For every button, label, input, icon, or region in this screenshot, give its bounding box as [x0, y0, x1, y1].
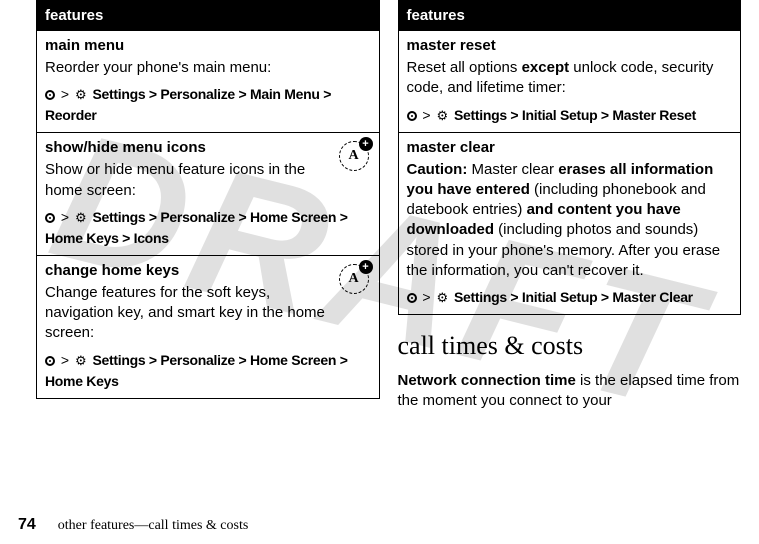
- row-body: Reset all options except unlock code, se…: [407, 58, 733, 99]
- footer-text: other features—call times & costs: [58, 518, 249, 534]
- row-title: master clear: [407, 139, 733, 156]
- table-header: features: [37, 1, 380, 31]
- row-body: Reorder your phone's main menu:: [45, 58, 371, 78]
- table-header: features: [398, 1, 741, 31]
- page-content: features main menu Reorder your phone's …: [0, 0, 759, 412]
- right-column: features master reset Reset all options …: [398, 0, 742, 412]
- gt: >: [422, 289, 434, 305]
- nav-path: > ⚙ Settings > Personalize > Home Screen…: [45, 207, 371, 249]
- row-title: main menu: [45, 37, 371, 54]
- section-body: Network connection time is the elapsed t…: [398, 371, 742, 412]
- gt: >: [422, 107, 434, 123]
- row-body: Show or hide menu feature icons in the h…: [45, 160, 371, 201]
- nav-path: > ⚙ Settings > Personalize > Home Screen…: [45, 350, 371, 392]
- settings-icon: ⚙: [75, 85, 87, 105]
- page-number: 74: [18, 516, 36, 534]
- center-key-icon: [45, 90, 55, 100]
- row-title: master reset: [407, 37, 733, 54]
- left-column: features main menu Reorder your phone's …: [36, 0, 380, 412]
- features-table-right: features master reset Reset all options …: [398, 0, 742, 315]
- settings-icon: ⚙: [436, 106, 448, 126]
- row-title: change home keys: [45, 262, 371, 279]
- row-change-home-keys: A+ change home keys Change features for …: [37, 255, 380, 398]
- center-key-icon: [45, 213, 55, 223]
- center-key-icon: [45, 356, 55, 366]
- settings-icon: ⚙: [436, 288, 448, 308]
- operator-dependent-badge: A+: [337, 262, 371, 296]
- path-text: Settings > Initial Setup > Master Clear: [454, 289, 693, 305]
- row-master-clear: master clear Caution: Master clear erase…: [398, 132, 741, 315]
- settings-icon: ⚙: [75, 351, 87, 371]
- path-text: Settings > Personalize > Main Menu > Reo…: [45, 86, 331, 123]
- operator-dependent-badge: A+: [337, 139, 371, 173]
- nav-path: > ⚙ Settings > Initial Setup > Master Cl…: [407, 287, 733, 308]
- row-show-hide-icons: A+ show/hide menu icons Show or hide men…: [37, 133, 380, 256]
- row-master-reset: master reset Reset all options except un…: [398, 31, 741, 133]
- path-text: Settings > Personalize > Home Screen > H…: [45, 352, 348, 389]
- features-table-left: features main menu Reorder your phone's …: [36, 0, 380, 399]
- bold-text: Network connection time: [398, 372, 576, 389]
- row-body: Change features for the soft keys, navig…: [45, 283, 371, 344]
- bold-text: except: [522, 59, 570, 76]
- caution-label: Caution:: [407, 161, 468, 178]
- gt: >: [61, 86, 73, 102]
- text: Master clear: [467, 161, 558, 178]
- settings-icon: ⚙: [75, 208, 87, 228]
- nav-path: > ⚙ Settings > Personalize > Main Menu >…: [45, 84, 371, 126]
- text: Reset all options: [407, 59, 522, 76]
- center-key-icon: [407, 111, 417, 121]
- center-key-icon: [407, 293, 417, 303]
- row-body: Caution: Master clear erases all informa…: [407, 160, 733, 282]
- section-heading-call-times: call times & costs: [398, 331, 742, 361]
- gt: >: [61, 352, 73, 368]
- gt: >: [61, 209, 73, 225]
- page-footer: 74 other features—call times & costs: [18, 516, 248, 534]
- row-main-menu: main menu Reorder your phone's main menu…: [37, 31, 380, 133]
- row-title: show/hide menu icons: [45, 139, 371, 156]
- path-text: Settings > Personalize > Home Screen > H…: [45, 209, 348, 246]
- path-text: Settings > Initial Setup > Master Reset: [454, 107, 696, 123]
- nav-path: > ⚙ Settings > Initial Setup > Master Re…: [407, 105, 733, 126]
